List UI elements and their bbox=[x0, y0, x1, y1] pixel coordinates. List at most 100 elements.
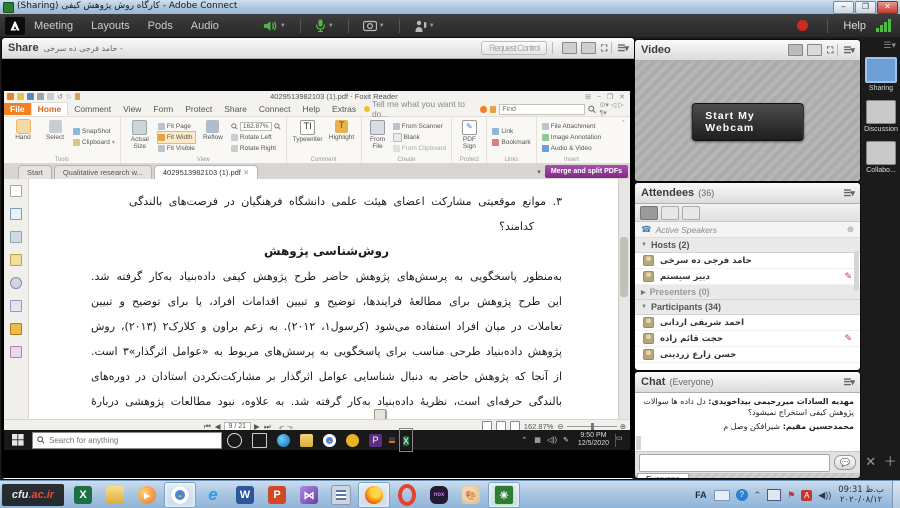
print-icon[interactable] bbox=[37, 93, 44, 100]
antivirus-tray-icon[interactable]: A bbox=[801, 489, 813, 501]
email-icon[interactable] bbox=[47, 93, 54, 100]
search-icon[interactable] bbox=[588, 105, 597, 114]
from-scanner-button[interactable]: From Scanner bbox=[392, 121, 447, 132]
taskbar-ie-icon[interactable]: e bbox=[198, 483, 228, 507]
fit-width-button[interactable]: Fit Width bbox=[156, 130, 196, 144]
rotate-left-button[interactable]: Rotate Left bbox=[230, 132, 281, 143]
foxit-tab-file[interactable]: File bbox=[4, 103, 31, 115]
attendee-breakout-view-button[interactable] bbox=[661, 205, 679, 220]
chat-send-button[interactable]: 💬 bbox=[834, 455, 856, 470]
microphone-caret[interactable]: ▼ bbox=[328, 23, 334, 29]
blank-button[interactable]: Blank bbox=[392, 132, 447, 143]
action-center-flag-icon[interactable]: ⚑ bbox=[787, 490, 795, 501]
attendee-row[interactable]: حامد فرجی ده سرخی bbox=[635, 253, 860, 269]
restore-button[interactable]: ❐ bbox=[855, 1, 876, 14]
clock[interactable]: 09:31 ب.ظ ۲۰۲۰/۰۸/۱۲ bbox=[838, 485, 884, 505]
image-annotation-button[interactable]: Image Annotation bbox=[541, 132, 601, 143]
bookmark-button[interactable]: Bookmark bbox=[492, 137, 531, 148]
shared-search-box[interactable]: Search for anything bbox=[32, 431, 222, 449]
page-view-tools[interactable]: ⊙▾ ◁ ▷ ¶▾ bbox=[600, 101, 630, 117]
webcam-caret[interactable]: ▼ bbox=[379, 23, 385, 29]
comment-bubble-icon[interactable] bbox=[480, 105, 487, 113]
tray-volume-icon[interactable]: ◁)) bbox=[547, 436, 557, 444]
microphone-button[interactable]: ▼ bbox=[312, 18, 337, 33]
webcam-button[interactable]: ▼ bbox=[360, 19, 388, 33]
foxit-tab-connect[interactable]: Connect bbox=[253, 103, 297, 115]
tab-overflow-caret[interactable]: ▾ bbox=[537, 168, 541, 176]
request-control-button[interactable]: Request Control bbox=[481, 41, 548, 55]
tray-pen-icon[interactable]: ✎ bbox=[563, 436, 569, 444]
foxit-tab-help[interactable]: Help bbox=[297, 103, 326, 115]
share-pod-menu-icon[interactable]: ☰▾ bbox=[617, 43, 629, 54]
speaker-button[interactable]: ▼ bbox=[260, 19, 289, 33]
menu-audio[interactable]: Audio bbox=[191, 20, 219, 32]
taskbar-connect-icon[interactable]: ✳ bbox=[488, 482, 520, 508]
nav-comments-icon[interactable] bbox=[10, 254, 22, 266]
doc-tab-start[interactable]: Start bbox=[18, 165, 52, 179]
merge-split-pdfs-button[interactable]: Merge and split PDFs bbox=[544, 165, 628, 178]
ribbon-collapse-icon[interactable]: ⌃ bbox=[617, 117, 630, 163]
tray-network-icon[interactable]: ▦ bbox=[534, 436, 541, 444]
video-grid-view-icon[interactable] bbox=[788, 44, 804, 56]
powerpoint-like-icon[interactable]: P bbox=[369, 433, 382, 447]
start-my-webcam-button[interactable]: Start My Webcam bbox=[691, 102, 804, 141]
clipboard-tool[interactable]: Clipboard ▾ bbox=[73, 137, 115, 148]
menu-meeting[interactable]: Meeting bbox=[34, 20, 73, 32]
foxit-window-controls[interactable]: ⊞ − ❐ ✕ bbox=[585, 93, 627, 101]
idm-icon[interactable] bbox=[346, 433, 359, 447]
show-desktop-button[interactable] bbox=[892, 481, 900, 508]
taskbar-nox-icon[interactable]: nox bbox=[424, 483, 454, 507]
volume-tray-icon[interactable]: ◀)) bbox=[818, 490, 831, 501]
language-indicator[interactable]: FA bbox=[695, 490, 707, 500]
notification-center-icon[interactable]: ▭ bbox=[615, 433, 630, 447]
video-pod-menu-icon[interactable]: ☰▾ bbox=[843, 45, 855, 56]
active-speakers-close-icon[interactable]: ⊗ bbox=[847, 224, 854, 235]
rotate-right-button[interactable]: Rotate Right bbox=[230, 143, 281, 154]
foxit-tab-home[interactable]: Home bbox=[30, 102, 69, 116]
task-view-icon[interactable] bbox=[252, 432, 267, 448]
nav-security-icon[interactable] bbox=[10, 323, 22, 335]
help-tray-icon[interactable]: ? bbox=[735, 489, 748, 501]
doc-scrollbar[interactable] bbox=[618, 179, 630, 419]
foxit-tab-view[interactable]: View bbox=[117, 103, 147, 115]
chat-everyone-tab[interactable]: Everyone bbox=[637, 473, 689, 478]
keyboard-icon[interactable] bbox=[713, 489, 730, 501]
zoom-slider[interactable] bbox=[566, 423, 617, 430]
nav-signature-icon[interactable] bbox=[10, 346, 22, 358]
fullscreen-icon[interactable]: ⛶ bbox=[601, 43, 607, 54]
minimize-button[interactable]: – bbox=[833, 1, 854, 14]
from-file-button[interactable]: From File bbox=[366, 119, 390, 155]
fit-visible-button[interactable]: Fit Visible bbox=[157, 143, 195, 154]
attendee-row[interactable]: حجت قائم زاده ✎ bbox=[635, 331, 860, 347]
chat-input[interactable] bbox=[639, 453, 830, 472]
file-explorer-icon[interactable] bbox=[300, 433, 313, 447]
tray-chevron-icon[interactable]: ⌃ bbox=[521, 436, 527, 444]
flag-icon[interactable] bbox=[489, 105, 497, 113]
speaker-caret[interactable]: ▼ bbox=[280, 23, 286, 29]
taskbar-excel-icon[interactable]: X bbox=[68, 483, 98, 507]
hosts-section-header[interactable]: ▼ Hosts (2) bbox=[635, 238, 860, 253]
nav-bookmarks-icon[interactable] bbox=[10, 185, 22, 197]
taskbar-word-icon[interactable]: W bbox=[230, 483, 260, 507]
stamp-icon[interactable] bbox=[74, 93, 80, 100]
taskbar-paint-icon[interactable]: 🎨 bbox=[456, 483, 486, 507]
audio-video-button[interactable]: Audio & Video bbox=[541, 143, 602, 154]
hand-tool[interactable]: Hand bbox=[8, 119, 38, 155]
select-tool[interactable]: Select bbox=[40, 119, 70, 155]
reflow-button[interactable]: Reflow bbox=[198, 119, 228, 155]
chrome-icon[interactable] bbox=[323, 433, 336, 447]
layout-collaboration-thumbnail[interactable] bbox=[866, 141, 896, 165]
edge-icon[interactable] bbox=[277, 433, 290, 447]
video-filmstrip-view-icon[interactable] bbox=[807, 44, 823, 56]
chat-scrollbar[interactable] bbox=[636, 436, 641, 450]
doc-tab-qualitative[interactable]: Qualitative research w... bbox=[53, 165, 152, 179]
taskbar-firefox-icon[interactable] bbox=[358, 482, 390, 508]
file-attachment-button[interactable]: File Attachment bbox=[541, 121, 602, 132]
fit-page-button[interactable]: Fit Page bbox=[157, 121, 195, 132]
nav-attachments-icon[interactable] bbox=[10, 277, 22, 289]
video-fullscreen-icon[interactable]: ⛶ bbox=[827, 45, 833, 56]
foxit-taskbar-icon[interactable] bbox=[389, 437, 395, 443]
from-clipboard-button[interactable]: From Clipboard bbox=[392, 143, 446, 154]
layout-sharing-thumbnail[interactable] bbox=[865, 57, 897, 83]
actual-size-button[interactable]: Actual Size bbox=[125, 119, 155, 155]
